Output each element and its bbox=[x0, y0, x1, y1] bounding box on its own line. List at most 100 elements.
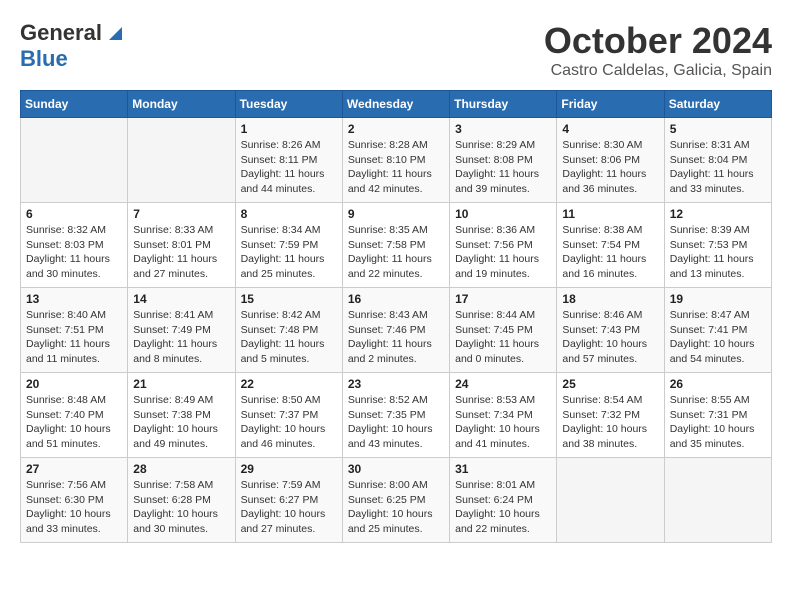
sunrise-text: Sunrise: 8:35 AM bbox=[348, 223, 444, 238]
daylight-text: Daylight: 11 hours and 25 minutes. bbox=[241, 252, 337, 281]
day-number: 8 bbox=[241, 207, 337, 221]
daylight-text: Daylight: 11 hours and 5 minutes. bbox=[241, 337, 337, 366]
calendar-cell bbox=[128, 118, 235, 203]
sunrise-text: Sunrise: 8:33 AM bbox=[133, 223, 229, 238]
calendar-cell: 7 Sunrise: 8:33 AMSunset: 8:01 PMDaylight… bbox=[128, 203, 235, 288]
sunrise-text: Sunrise: 8:44 AM bbox=[455, 308, 551, 323]
sunrise-text: Sunrise: 7:58 AM bbox=[133, 478, 229, 493]
calendar-cell: 8Sunrise: 8:34 AMSunset: 7:59 PMDaylight… bbox=[235, 203, 342, 288]
logo: General Blue bbox=[20, 20, 122, 72]
sunrise-text: Sunrise: 8:43 AM bbox=[348, 308, 444, 323]
daylight-text: Daylight: 10 hours and 22 minutes. bbox=[455, 507, 551, 536]
day-of-week-header: Wednesday bbox=[342, 91, 449, 118]
day-info: Sunrise: 8:29 AMSunset: 8:08 PMDaylight:… bbox=[455, 138, 551, 197]
day-of-week-header: Monday bbox=[128, 91, 235, 118]
daylight-text: Daylight: 11 hours and 13 minutes. bbox=[670, 252, 766, 281]
sunset-text: Sunset: 6:25 PM bbox=[348, 493, 444, 508]
daylight-text: Daylight: 10 hours and 25 minutes. bbox=[348, 507, 444, 536]
day-number: 29 bbox=[241, 462, 337, 476]
daylight-text: Daylight: 11 hours and 33 minutes. bbox=[670, 167, 766, 196]
calendar-cell: 12Sunrise: 8:39 AMSunset: 7:53 PMDayligh… bbox=[664, 203, 771, 288]
calendar-cell: 5 Sunrise: 8:31 AMSunset: 8:04 PMDaylight… bbox=[664, 118, 771, 203]
day-number: 25 bbox=[562, 377, 658, 391]
day-info: Sunrise: 8:43 AMSunset: 7:46 PMDaylight:… bbox=[348, 308, 444, 367]
day-info: Sunrise: 8:32 AMSunset: 8:03 PMDaylight:… bbox=[26, 223, 122, 282]
day-info: Sunrise: 8:48 AMSunset: 7:40 PMDaylight:… bbox=[26, 393, 122, 452]
sunrise-text: Sunrise: 8:49 AM bbox=[133, 393, 229, 408]
sunrise-text: Sunrise: 8:31 AM bbox=[670, 138, 766, 153]
daylight-text: Daylight: 10 hours and 54 minutes. bbox=[670, 337, 766, 366]
day-info: Sunrise: 8:38 AMSunset: 7:54 PMDaylight:… bbox=[562, 223, 658, 282]
day-info: Sunrise: 8:35 AMSunset: 7:58 PMDaylight:… bbox=[348, 223, 444, 282]
sunset-text: Sunset: 8:06 PM bbox=[562, 153, 658, 168]
sunrise-text: Sunrise: 8:55 AM bbox=[670, 393, 766, 408]
daylight-text: Daylight: 10 hours and 27 minutes. bbox=[241, 507, 337, 536]
daylight-text: Daylight: 11 hours and 36 minutes. bbox=[562, 167, 658, 196]
daylight-text: Daylight: 10 hours and 41 minutes. bbox=[455, 422, 551, 451]
sunset-text: Sunset: 6:27 PM bbox=[241, 493, 337, 508]
day-info: Sunrise: 7:56 AMSunset: 6:30 PMDaylight:… bbox=[26, 478, 122, 537]
day-info: Sunrise: 8:00 AMSunset: 6:25 PMDaylight:… bbox=[348, 478, 444, 537]
calendar-cell: 23Sunrise: 8:52 AMSunset: 7:35 PMDayligh… bbox=[342, 373, 449, 458]
calendar-cell: 15Sunrise: 8:42 AMSunset: 7:48 PMDayligh… bbox=[235, 288, 342, 373]
month-title: October 2024 bbox=[544, 20, 772, 62]
calendar-cell: 22Sunrise: 8:50 AMSunset: 7:37 PMDayligh… bbox=[235, 373, 342, 458]
day-number: 7 bbox=[133, 207, 229, 221]
daylight-text: Daylight: 11 hours and 2 minutes. bbox=[348, 337, 444, 366]
sunset-text: Sunset: 7:48 PM bbox=[241, 323, 337, 338]
daylight-text: Daylight: 11 hours and 16 minutes. bbox=[562, 252, 658, 281]
calendar-cell: 1Sunrise: 8:26 AMSunset: 8:11 PMDaylight… bbox=[235, 118, 342, 203]
sunset-text: Sunset: 7:35 PM bbox=[348, 408, 444, 423]
calendar-cell: 17Sunrise: 8:44 AMSunset: 7:45 PMDayligh… bbox=[450, 288, 557, 373]
sunset-text: Sunset: 7:58 PM bbox=[348, 238, 444, 253]
day-info: Sunrise: 8:52 AMSunset: 7:35 PMDaylight:… bbox=[348, 393, 444, 452]
daylight-text: Daylight: 10 hours and 57 minutes. bbox=[562, 337, 658, 366]
sunrise-text: Sunrise: 7:59 AM bbox=[241, 478, 337, 493]
sunrise-text: Sunrise: 8:52 AM bbox=[348, 393, 444, 408]
sunrise-text: Sunrise: 8:34 AM bbox=[241, 223, 337, 238]
sunrise-text: Sunrise: 8:29 AM bbox=[455, 138, 551, 153]
sunset-text: Sunset: 7:38 PM bbox=[133, 408, 229, 423]
sunset-text: Sunset: 6:30 PM bbox=[26, 493, 122, 508]
sunrise-text: Sunrise: 8:26 AM bbox=[241, 138, 337, 153]
day-of-week-header: Tuesday bbox=[235, 91, 342, 118]
page-header: General Blue October 2024 Castro Caldela… bbox=[20, 20, 772, 80]
day-number: 17 bbox=[455, 292, 551, 306]
sunrise-text: Sunrise: 8:39 AM bbox=[670, 223, 766, 238]
sunrise-text: Sunrise: 8:50 AM bbox=[241, 393, 337, 408]
sunrise-text: Sunrise: 7:56 AM bbox=[26, 478, 122, 493]
calendar-cell: 21 Sunrise: 8:49 AMSunset: 7:38 PMDayligh… bbox=[128, 373, 235, 458]
sunset-text: Sunset: 8:08 PM bbox=[455, 153, 551, 168]
calendar-cell: 9Sunrise: 8:35 AMSunset: 7:58 PMDaylight… bbox=[342, 203, 449, 288]
daylight-text: Daylight: 10 hours and 49 minutes. bbox=[133, 422, 229, 451]
day-number: 11 bbox=[562, 207, 658, 221]
daylight-text: Daylight: 10 hours and 51 minutes. bbox=[26, 422, 122, 451]
calendar-cell: 11 Sunrise: 8:38 AMSunset: 7:54 PMDayligh… bbox=[557, 203, 664, 288]
sunset-text: Sunset: 7:56 PM bbox=[455, 238, 551, 253]
calendar-cell: 27Sunrise: 7:56 AMSunset: 6:30 PMDayligh… bbox=[21, 458, 128, 543]
day-number: 15 bbox=[241, 292, 337, 306]
calendar-cell: 13 Sunrise: 8:40 AMSunset: 7:51 PMDayligh… bbox=[21, 288, 128, 373]
daylight-text: Daylight: 10 hours and 30 minutes. bbox=[133, 507, 229, 536]
calendar-cell: 25Sunrise: 8:54 AMSunset: 7:32 PMDayligh… bbox=[557, 373, 664, 458]
sunset-text: Sunset: 8:10 PM bbox=[348, 153, 444, 168]
day-of-week-header: Friday bbox=[557, 91, 664, 118]
sunset-text: Sunset: 6:24 PM bbox=[455, 493, 551, 508]
day-number: 13 bbox=[26, 292, 122, 306]
calendar-table: SundayMondayTuesdayWednesdayThursdayFrid… bbox=[20, 90, 772, 543]
calendar-cell: 19Sunrise: 8:47 AMSunset: 7:41 PMDayligh… bbox=[664, 288, 771, 373]
location-title: Castro Caldelas, Galicia, Spain bbox=[544, 62, 772, 80]
day-info: Sunrise: 8:40 AMSunset: 7:51 PMDaylight:… bbox=[26, 308, 122, 367]
sunset-text: Sunset: 7:34 PM bbox=[455, 408, 551, 423]
day-number: 10 bbox=[455, 207, 551, 221]
sunrise-text: Sunrise: 8:41 AM bbox=[133, 308, 229, 323]
day-number: 5 bbox=[670, 122, 766, 136]
sunrise-text: Sunrise: 8:46 AM bbox=[562, 308, 658, 323]
day-info: Sunrise: 8:49 AMSunset: 7:38 PMDaylight:… bbox=[133, 393, 229, 452]
daylight-text: Daylight: 11 hours and 8 minutes. bbox=[133, 337, 229, 366]
day-info: Sunrise: 8:39 AMSunset: 7:53 PMDaylight:… bbox=[670, 223, 766, 282]
sunset-text: Sunset: 8:04 PM bbox=[670, 153, 766, 168]
day-info: Sunrise: 8:33 AMSunset: 8:01 PMDaylight:… bbox=[133, 223, 229, 282]
day-number: 22 bbox=[241, 377, 337, 391]
day-number: 21 bbox=[133, 377, 229, 391]
